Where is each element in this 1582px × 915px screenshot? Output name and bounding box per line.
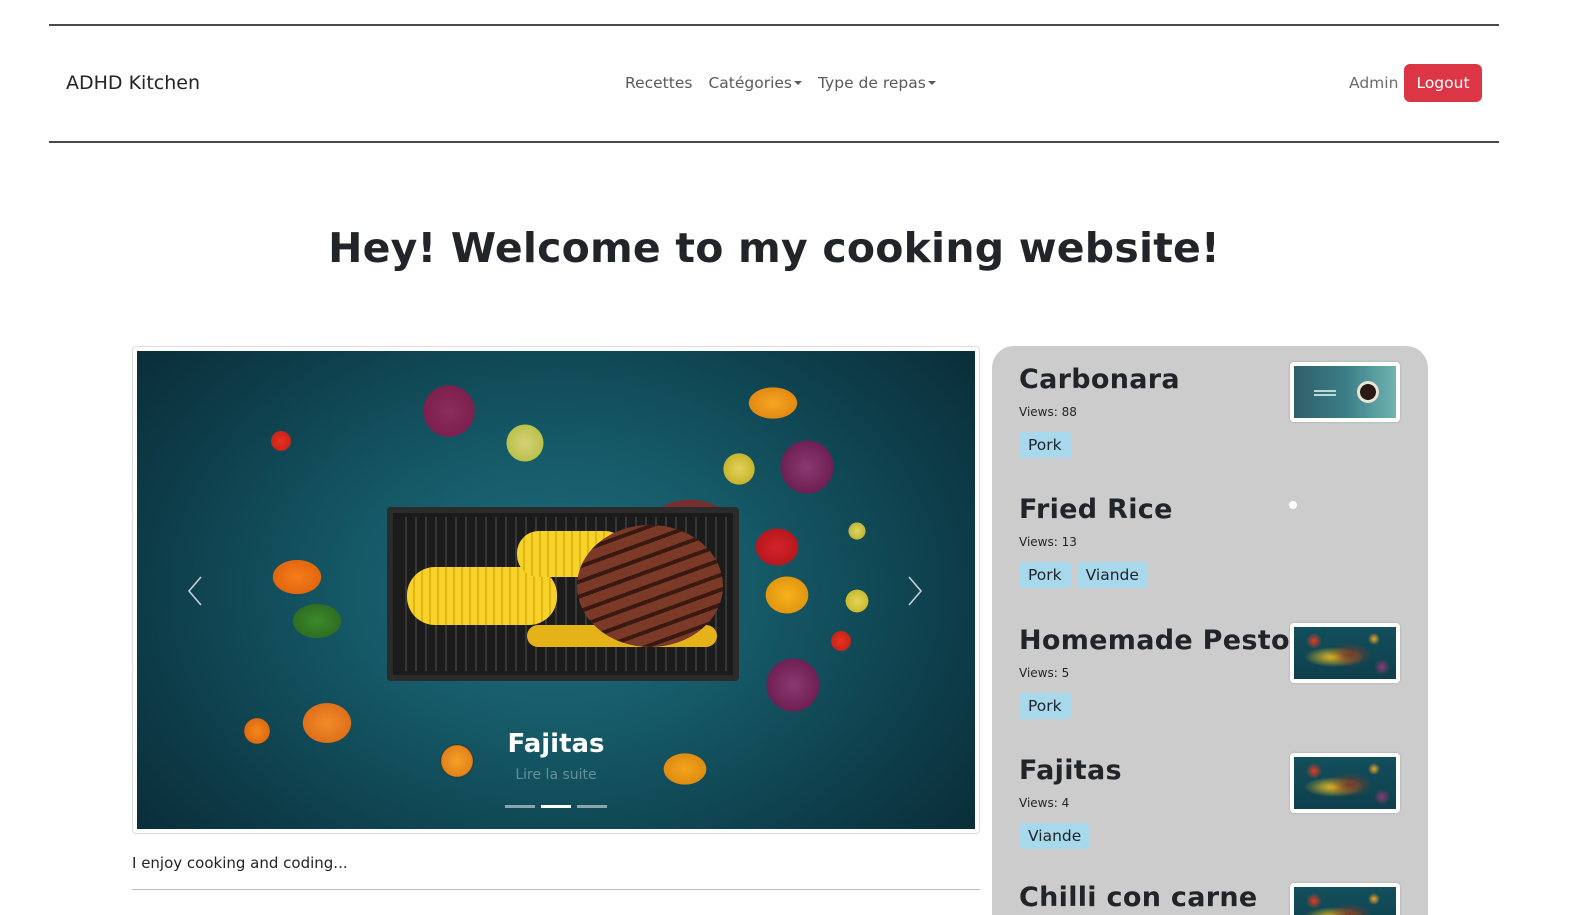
recipe-thumbnail-carbonara[interactable] — [1290, 362, 1400, 422]
carousel-next-button[interactable] — [903, 573, 927, 609]
popular-recipes-sidebar: Carbonara Views: 88 Pork Fried Rice View… — [992, 346, 1428, 915]
featured-carousel-frame: Fajitas Lire la suite — [132, 346, 980, 834]
main-nav: Recettes Catégories Type de repas — [625, 74, 936, 92]
recipe-tags: Viande — [1019, 823, 1419, 849]
recipe-item-fried-rice: Fried Rice Views: 13 Pork Viande — [1019, 494, 1419, 588]
page-title: Hey! Welcome to my cooking website! — [328, 224, 1220, 272]
carousel-prev-button[interactable] — [183, 573, 207, 609]
nav-categories-label: Catégories — [708, 74, 792, 92]
carousel-indicators — [505, 805, 607, 808]
carousel-caption-title: Fajitas — [507, 729, 605, 759]
carousel-read-more-link[interactable]: Lire la suite — [137, 767, 975, 783]
caret-down-icon — [794, 81, 802, 85]
nav-recettes-label: Recettes — [625, 74, 693, 92]
tag-badge[interactable]: Viande — [1076, 562, 1148, 588]
intro-divider — [132, 889, 980, 890]
recipe-tags: Pork — [1019, 432, 1419, 458]
featured-carousel[interactable]: Fajitas Lire la suite — [137, 351, 975, 829]
missing-thumbnail-dot — [1289, 501, 1297, 509]
brand-link[interactable]: ADHD Kitchen — [66, 72, 200, 94]
tag-badge[interactable]: Pork — [1019, 693, 1071, 719]
recipe-thumbnail-homemade-pesto[interactable] — [1290, 623, 1400, 683]
carousel-indicator-2[interactable] — [541, 805, 571, 808]
logout-button[interactable]: Logout — [1404, 64, 1482, 102]
nav-type-de-repas-dropdown[interactable]: Type de repas — [818, 74, 936, 92]
navbar-top-rule — [49, 24, 1499, 26]
tag-badge[interactable]: Viande — [1019, 823, 1091, 849]
tag-badge[interactable]: Pork — [1019, 432, 1071, 458]
intro-text: I enjoy cooking and coding... — [132, 854, 348, 872]
recipe-title[interactable]: Fried Rice — [1019, 494, 1419, 525]
recipe-tags: Pork — [1019, 693, 1419, 719]
nav-categories-dropdown[interactable]: Catégories — [708, 74, 802, 92]
recipe-tags: Pork Viande — [1019, 562, 1419, 588]
carousel-indicator-3[interactable] — [577, 805, 607, 808]
chevron-right-icon — [908, 576, 923, 606]
nav-type-de-repas-label: Type de repas — [818, 74, 926, 92]
admin-link[interactable]: Admin — [1349, 74, 1398, 92]
nav-recettes[interactable]: Recettes — [625, 74, 692, 92]
recipe-views: Views: 13 — [1019, 535, 1077, 549]
recipe-thumbnail-chilli-con-carne[interactable] — [1290, 883, 1400, 915]
caret-down-icon — [927, 81, 936, 85]
chevron-left-icon — [187, 576, 202, 606]
tag-badge[interactable]: Pork — [1019, 562, 1071, 588]
carousel-caption: Fajitas Lire la suite — [137, 729, 975, 783]
carousel-indicator-1[interactable] — [505, 805, 535, 808]
carousel-slide-image — [387, 507, 739, 681]
navbar-bottom-rule — [49, 141, 1499, 143]
recipe-thumbnail-fajitas[interactable] — [1290, 753, 1400, 813]
